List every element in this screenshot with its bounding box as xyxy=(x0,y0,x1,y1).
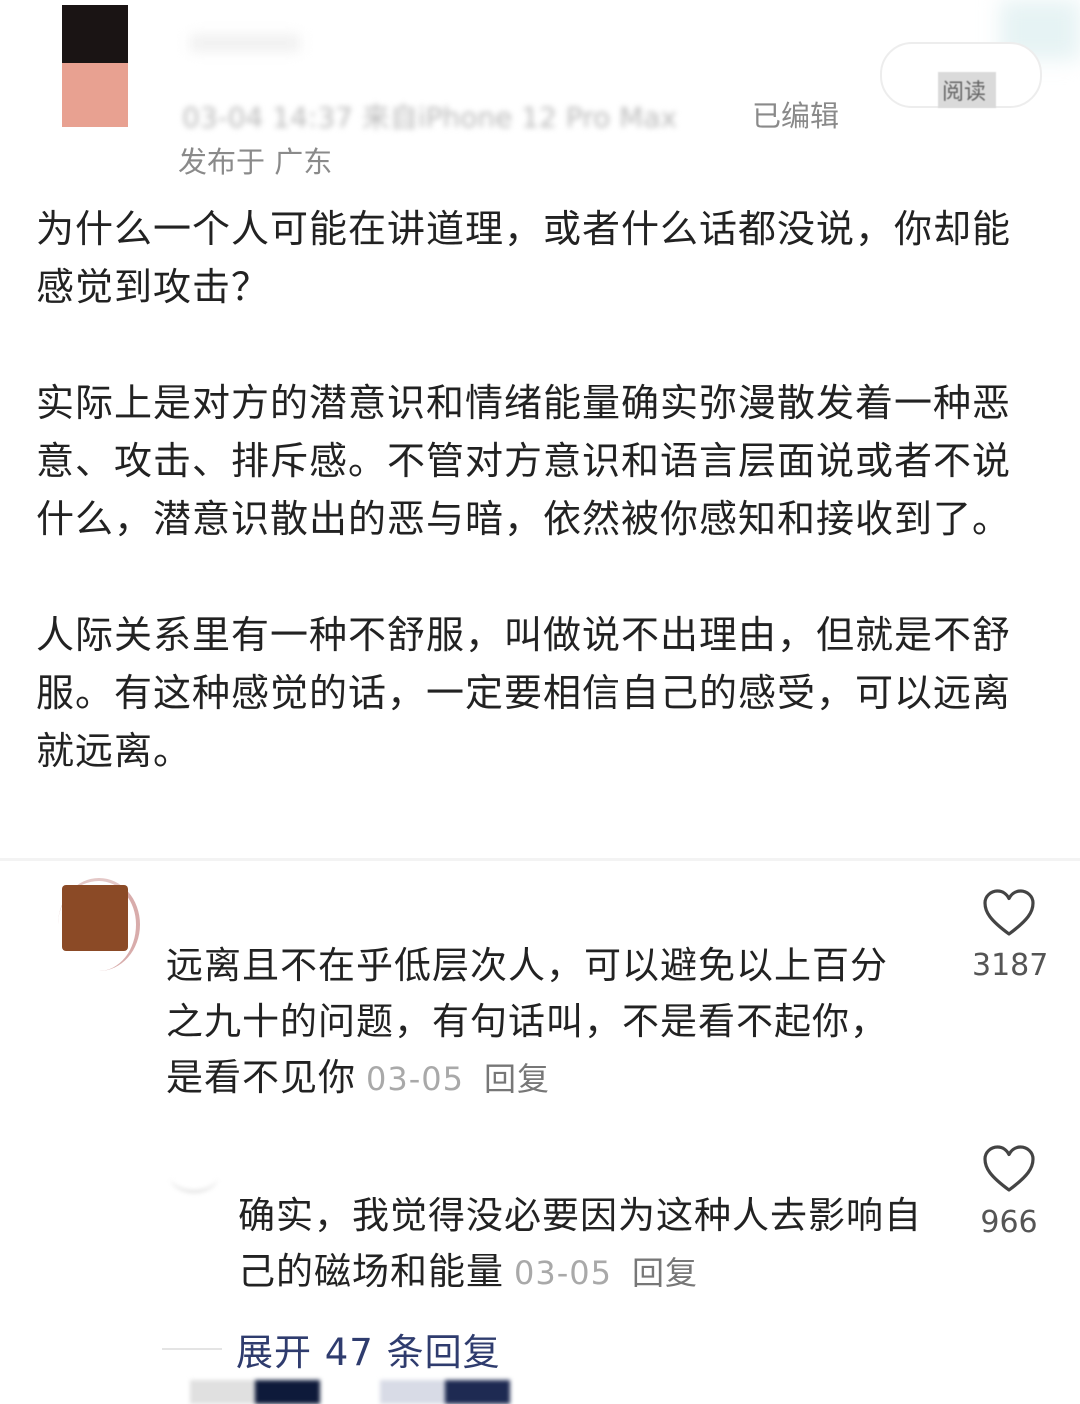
author-name-blurred[interactable] xyxy=(190,34,300,52)
comment-date: 03-05 xyxy=(366,1060,464,1098)
published-location: 发布于 广东 xyxy=(178,145,333,179)
bottom-blurred-element xyxy=(190,1380,320,1404)
heart-outline-icon[interactable] xyxy=(982,1144,1036,1194)
reply-reply-button[interactable]: 回复 xyxy=(632,1254,698,1292)
reply-date: 03-05 xyxy=(514,1254,612,1292)
replier-avatar[interactable] xyxy=(170,1160,218,1193)
post-paragraph: 实际上是对方的潜意识和情绪能量确实弥漫散发着一种恶意、攻击、排斥感。不管对方意识… xyxy=(36,381,1012,541)
author-avatar[interactable] xyxy=(62,5,128,127)
heart-outline-icon[interactable] xyxy=(982,888,1036,938)
post-paragraph: 为什么一个人可能在讲道理，或者什么话都没说，你却能感觉到攻击？ xyxy=(36,207,1012,309)
bottom-blurred-element xyxy=(380,1380,510,1404)
reply[interactable]: 确实，我觉得没必要因为这种人去影响自己的磁场和能量 03-05 回复 xyxy=(238,1188,928,1301)
read-button-label: 阅读 xyxy=(938,72,997,108)
comment-like-count: 3187 xyxy=(972,948,1049,983)
comment[interactable]: 远离且不在乎低层次人，可以避免以上百分之九十的问题，有句话叫，不是看不起你，是看… xyxy=(166,938,906,1107)
edited-label: 已编辑 xyxy=(752,99,840,133)
commenter-avatar[interactable] xyxy=(62,885,128,951)
post-body: 为什么一个人可能在讲道理，或者什么话都没说，你却能感觉到攻击？ 实际上是对方的潜… xyxy=(36,200,1046,838)
section-divider xyxy=(0,858,1080,861)
expand-replies-link[interactable]: 展开 47 条回复 xyxy=(236,1322,501,1376)
post-paragraph: 人际关系里有一种不舒服，叫做说不出理由，但就是不舒服。有这种感觉的话，一定要相信… xyxy=(36,613,1012,773)
expand-indent-line xyxy=(162,1348,222,1350)
comment-reply-button[interactable]: 回复 xyxy=(484,1060,550,1098)
post-meta-line: 03-04 14:37 来自iPhone 12 Pro Max xyxy=(182,101,678,130)
reply-like-count: 966 xyxy=(980,1205,1038,1240)
